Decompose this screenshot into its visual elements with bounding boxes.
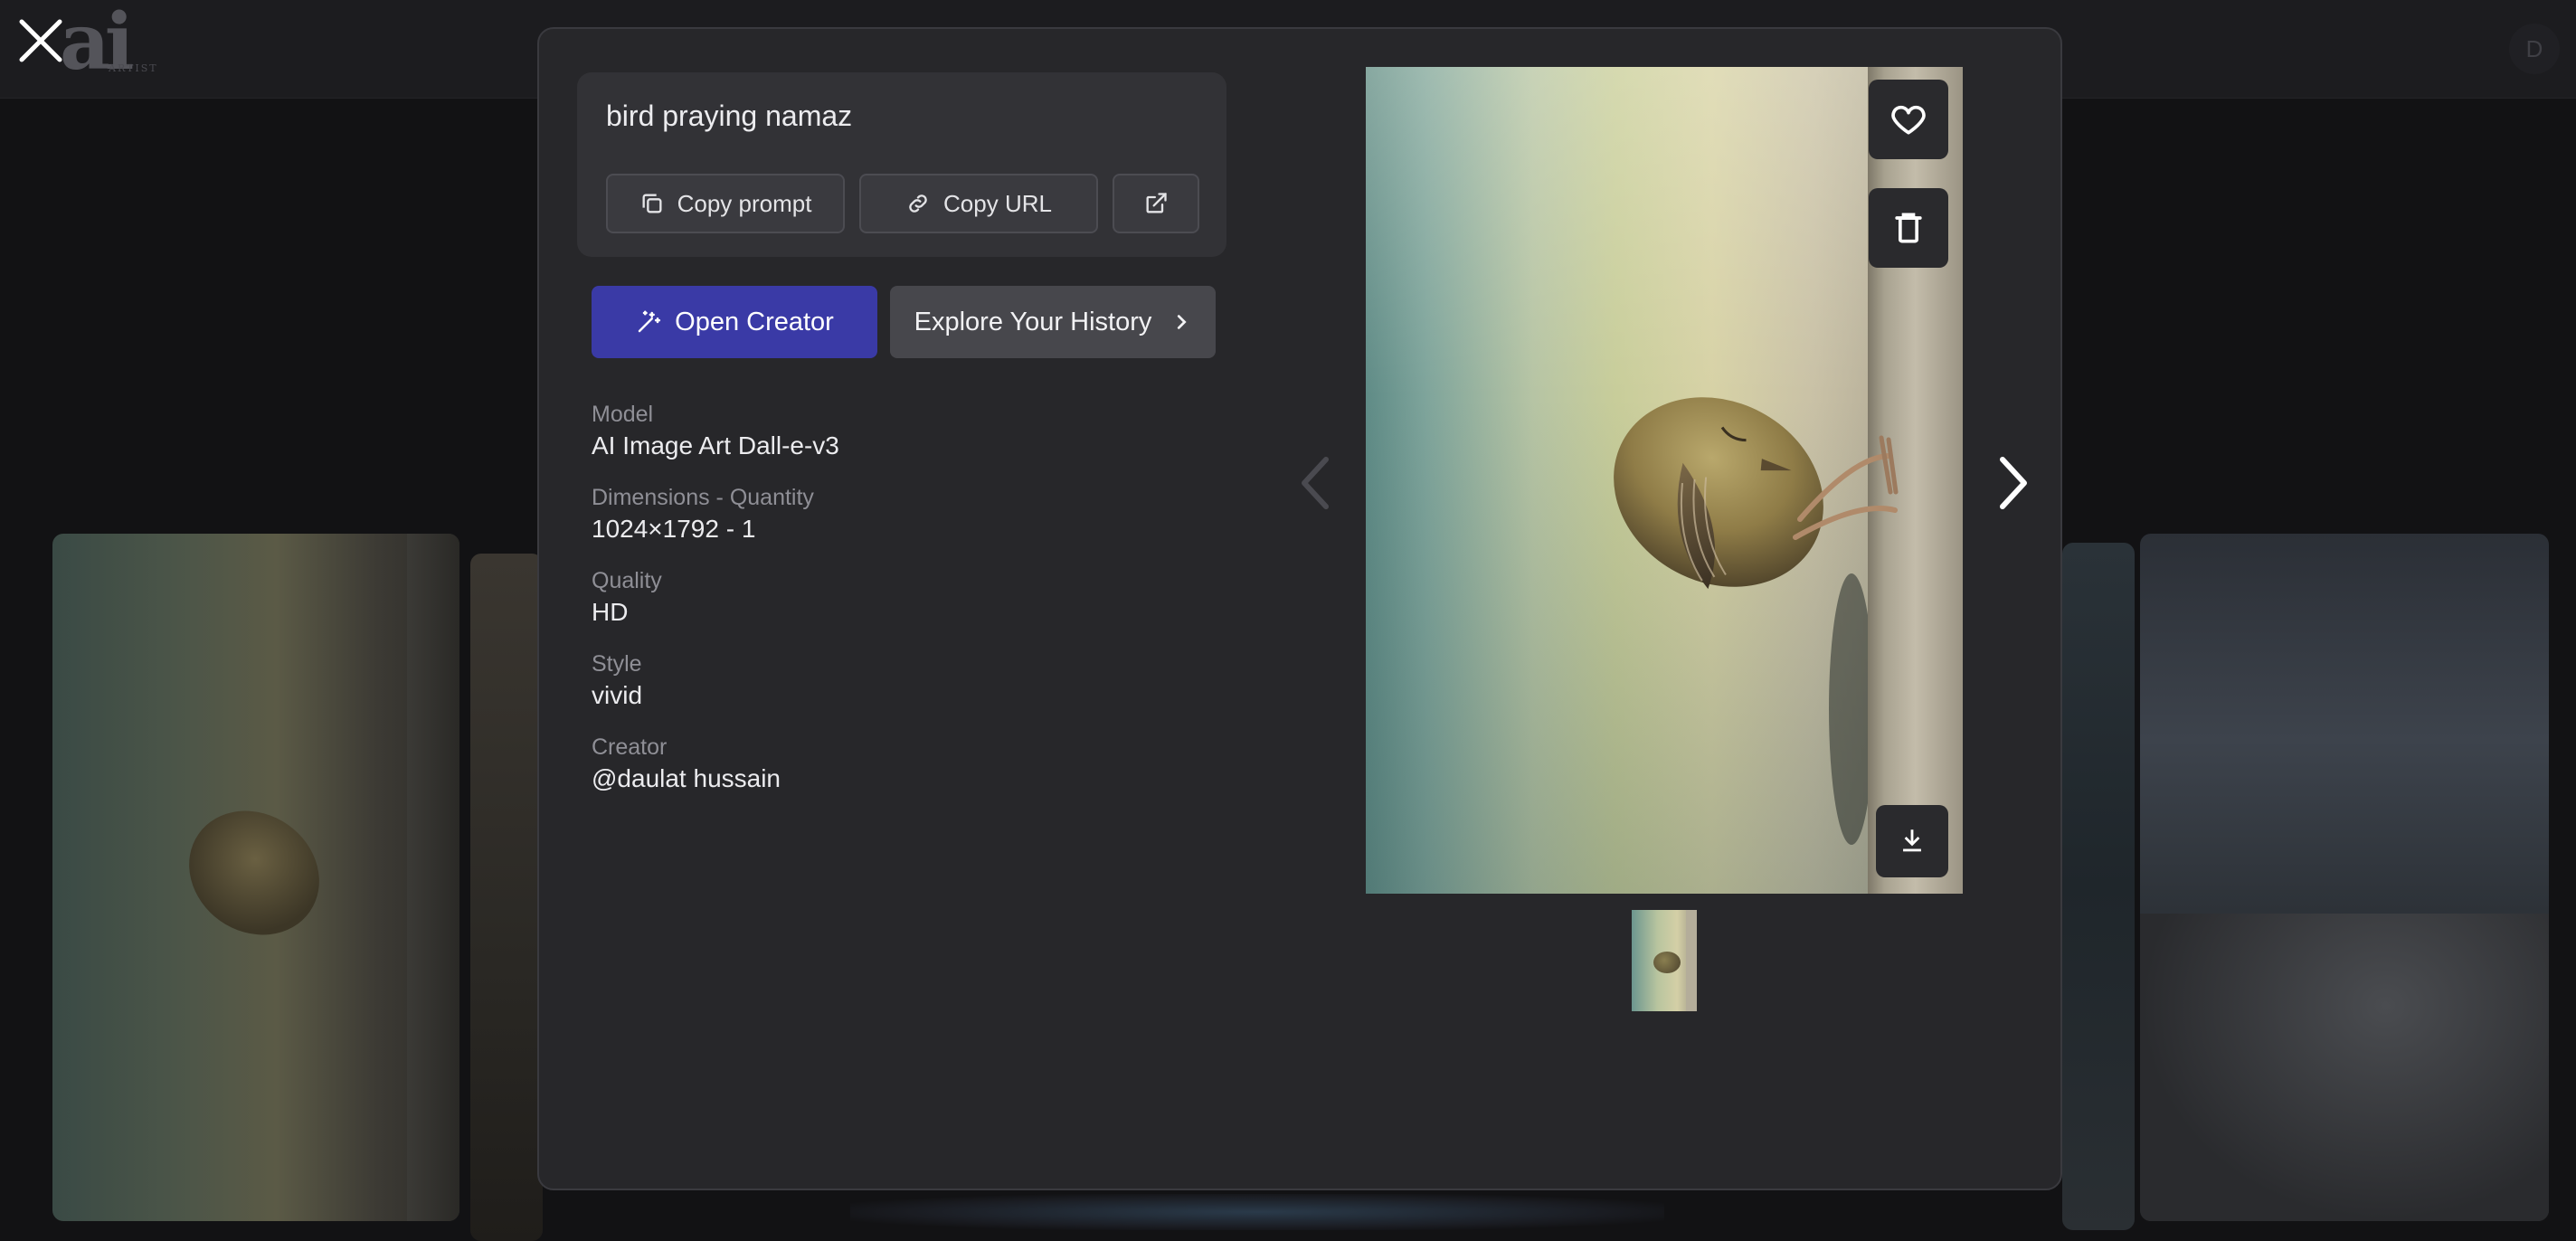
copy-url-label: Copy URL bbox=[943, 189, 1052, 217]
chevron-left-icon bbox=[1302, 457, 1329, 509]
detail-style: Style vivid bbox=[592, 649, 839, 713]
image-detail-modal: bird praying namaz Copy prompt Copy URL … bbox=[537, 27, 2062, 1190]
image-thumbnail[interactable] bbox=[1632, 910, 1697, 1011]
gallery-image[interactable] bbox=[2062, 543, 2135, 1230]
detail-quality: Quality HD bbox=[592, 566, 839, 630]
detail-label: Dimensions - Quantity bbox=[592, 485, 814, 510]
magic-wand-icon bbox=[638, 310, 661, 333]
delete-button[interactable] bbox=[1869, 188, 1948, 268]
detail-value: HD bbox=[592, 598, 629, 626]
open-creator-button[interactable]: Open Creator bbox=[592, 286, 877, 358]
copy-prompt-label: Copy prompt bbox=[677, 189, 812, 217]
next-image-button[interactable] bbox=[1986, 447, 2041, 519]
download-button[interactable] bbox=[1876, 805, 1948, 877]
copy-icon bbox=[642, 194, 662, 213]
open-creator-label: Open Creator bbox=[675, 307, 834, 336]
detail-model: Model AI Image Art Dall-e-v3 bbox=[592, 400, 839, 463]
user-avatar[interactable]: D bbox=[2509, 24, 2560, 74]
gallery-image[interactable] bbox=[52, 534, 459, 1221]
open-in-new-tab-button[interactable] bbox=[1113, 174, 1199, 233]
detail-creator: Creator @daulat hussain bbox=[592, 733, 839, 796]
chevron-right-icon bbox=[1178, 315, 1187, 329]
bird-illustration bbox=[1614, 397, 1899, 590]
detail-value: 1024×1792 - 1 bbox=[592, 515, 756, 543]
trash-icon bbox=[1895, 213, 1922, 243]
chevron-right-icon bbox=[2000, 457, 2027, 509]
prompt-text: bird praying namaz bbox=[606, 99, 853, 132]
download-icon bbox=[1903, 829, 1921, 852]
explore-history-label: Explore Your History bbox=[914, 307, 1152, 336]
previous-image-button[interactable] bbox=[1288, 447, 1342, 519]
close-icon[interactable] bbox=[18, 18, 63, 63]
heart-icon bbox=[1891, 105, 1926, 135]
gallery-image[interactable] bbox=[470, 554, 543, 1241]
prompt-card: bird praying namaz Copy prompt Copy URL bbox=[577, 72, 1226, 257]
link-icon bbox=[909, 194, 927, 213]
gallery-image[interactable] bbox=[2140, 534, 2549, 1221]
detail-label: Style bbox=[592, 651, 642, 677]
detail-dimensions: Dimensions - Quantity 1024×1792 - 1 bbox=[592, 483, 839, 546]
creator-link[interactable]: @daulat hussain bbox=[592, 762, 839, 796]
favorite-button[interactable] bbox=[1869, 80, 1948, 159]
detail-value: vivid bbox=[592, 681, 643, 709]
detail-label: Creator bbox=[592, 734, 668, 760]
image-details: Model AI Image Art Dall-e-v3 Dimensions … bbox=[592, 400, 839, 816]
detail-value: AI Image Art Dall-e-v3 bbox=[592, 431, 839, 459]
explore-history-button[interactable]: Explore Your History bbox=[890, 286, 1216, 358]
copy-url-button[interactable]: Copy URL bbox=[859, 174, 1098, 233]
site-logo[interactable]: ai ARTIST bbox=[60, 4, 156, 81]
detail-label: Model bbox=[592, 402, 654, 427]
external-link-icon bbox=[1146, 193, 1167, 213]
gallery-image bbox=[850, 1194, 1664, 1230]
detail-label: Quality bbox=[592, 568, 662, 593]
copy-prompt-button[interactable]: Copy prompt bbox=[606, 174, 845, 233]
